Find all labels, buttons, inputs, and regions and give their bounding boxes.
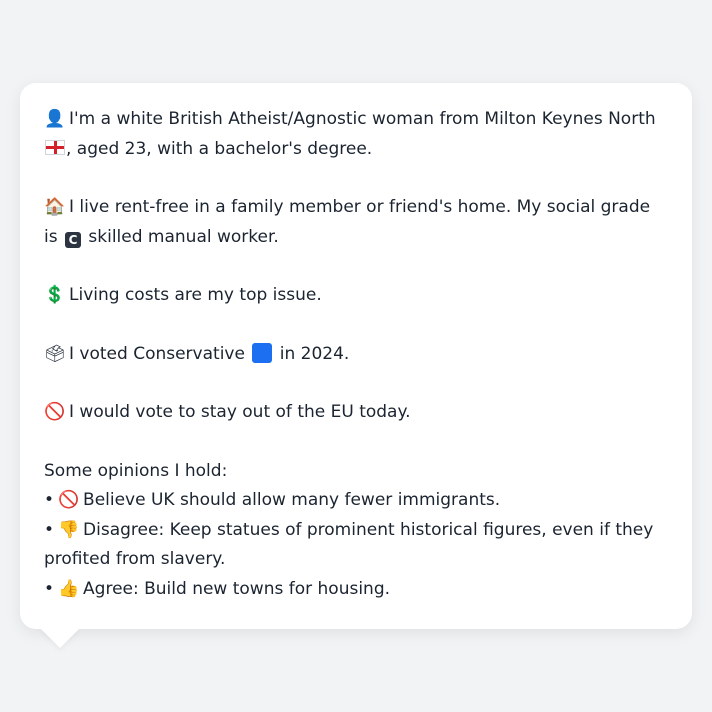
issue-text: Living costs are my top issue.: [69, 285, 322, 305]
england-flag-icon: [45, 139, 65, 155]
intro-text-end: , aged 23, with a bachelor's degree.: [66, 138, 373, 159]
prohibited-icon: 🚫: [44, 402, 66, 422]
intro-text: I'm a white British Atheist/Agnostic wom…: [69, 109, 656, 129]
vote-text-end: in 2024.: [279, 343, 350, 364]
dollar-sign-icon: 💲: [44, 285, 66, 305]
opinion-text: Agree: Build new towns for housing.: [83, 578, 391, 599]
opinion-item: • 🚫 Believe UK should allow many fewer imm…: [44, 486, 668, 516]
eu-line: 🚫 I would vote to stay out of the EU toda…: [44, 398, 668, 428]
bullet: •: [44, 578, 55, 599]
opinions-heading: Some opinions I hold:: [44, 460, 228, 481]
party-color-square-icon: [252, 342, 273, 363]
housing-line: 🏠 I live rent-free in a family member or …: [44, 193, 668, 252]
thumbs-up-icon: 👍: [58, 578, 80, 599]
opinion-item: • 👎 Disagree: Keep statues of prominent hi…: [44, 516, 668, 575]
opinion-text: Believe UK should allow many fewer immig…: [83, 490, 501, 510]
vote-line: 🗳 I voted Conservative in 2024.: [44, 340, 668, 370]
thumbs-down-icon: 👎: [58, 519, 80, 540]
ballot-box-icon: 🗳: [44, 343, 66, 364]
vote-text: I voted Conservative: [69, 343, 245, 364]
opinion-item: • 👍 Agree: Build new towns for housing.: [44, 575, 668, 605]
speech-bubble-tail: [40, 628, 80, 648]
issue-line: 💲 Living costs are my top issue.: [44, 281, 668, 311]
social-grade-badge: C: [65, 231, 81, 248]
eu-text: I would vote to stay out of the EU today…: [69, 402, 411, 422]
profile-card: 👤 I'm a white British Atheist/Agnostic wo…: [20, 83, 692, 629]
intro-line: 👤 I'm a white British Atheist/Agnostic wo…: [44, 105, 668, 164]
housing-text-end: skilled manual worker.: [88, 226, 279, 247]
opinion-text: Disagree: Keep statues of prominent hist…: [44, 519, 654, 570]
house-icon: 🏠: [44, 197, 66, 217]
bullet: •: [44, 519, 55, 540]
prohibited-icon: 🚫: [58, 490, 80, 510]
bullet: •: [44, 490, 55, 510]
person-silhouette-icon: 👤: [44, 109, 66, 129]
